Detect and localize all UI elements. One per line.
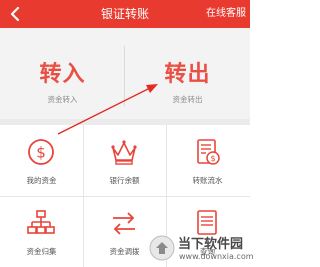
transfer-out-button[interactable]: 转出 资金转出 — [125, 28, 250, 119]
transfer-out-sublabel: 资金转出 — [172, 95, 203, 104]
menu-item-bank-balance[interactable]: 银行余额 — [83, 125, 166, 196]
menu-label: 我的资金 — [26, 176, 57, 185]
menu-label: 银行余额 — [109, 176, 140, 185]
downxia-logo-icon — [149, 235, 175, 261]
watermark: 当下软件园 www.downxia.com — [148, 232, 254, 266]
menu-item-my-funds[interactable]: $ 我的资金 — [0, 125, 83, 196]
org-chart-icon — [27, 210, 55, 234]
menu-item-fund-collect[interactable]: 资金归集 — [0, 196, 83, 267]
transfer-in-sublabel: 资金转入 — [47, 95, 78, 104]
online-service-button[interactable]: 在线客服 — [206, 0, 246, 28]
document-coin-icon: $ — [197, 139, 220, 165]
transfer-arrows-icon — [113, 212, 135, 235]
transfer-in-button[interactable]: 转入 资金转入 — [0, 28, 125, 119]
svg-text:$: $ — [210, 154, 215, 163]
menu-label: 资金归集 — [26, 247, 57, 256]
transfer-in-label: 转入 — [39, 62, 86, 87]
svg-text:$: $ — [36, 144, 46, 162]
crown-icon — [111, 140, 137, 165]
transfer-panel: 转入 资金转入 转出 资金转出 — [0, 28, 250, 119]
menu-label: 转账流水 — [192, 176, 223, 185]
dollar-coin-icon: $ — [28, 139, 54, 165]
watermark-url: www.downxia.com — [179, 252, 254, 261]
menu-item-transfer-flow[interactable]: $ 转账流水 — [166, 125, 249, 196]
transfer-out-label: 转出 — [164, 62, 211, 87]
header-bar: 银证转账 在线客服 — [0, 0, 250, 28]
watermark-title: 当下软件园 — [178, 237, 244, 252]
